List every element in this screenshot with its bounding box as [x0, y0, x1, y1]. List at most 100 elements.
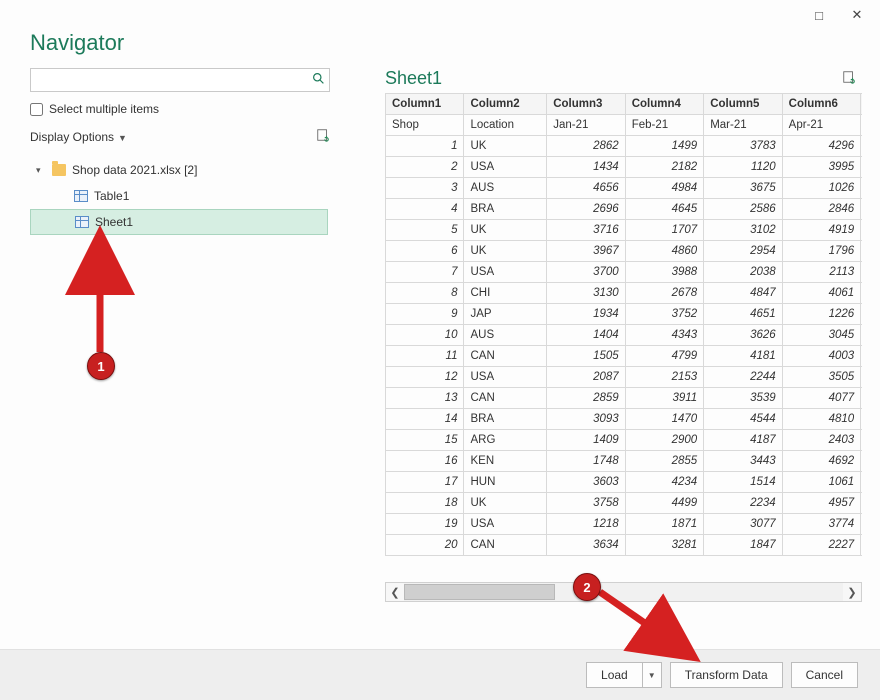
cell	[861, 304, 862, 325]
cell	[861, 346, 862, 367]
search-input[interactable]	[30, 68, 330, 92]
table-row[interactable]: 8CHI3130267848474061	[386, 283, 863, 304]
table-row[interactable]: 19USA1218187130773774	[386, 514, 863, 535]
table-row[interactable]: 7USA3700398820382113	[386, 262, 863, 283]
preview-refresh-icon[interactable]	[842, 70, 856, 87]
table-row[interactable]: 14BRA3093147045444810	[386, 409, 863, 430]
cell: 8	[386, 283, 464, 304]
table-row[interactable]: 2USA1434218211203995	[386, 157, 863, 178]
load-button[interactable]: Load	[586, 662, 642, 688]
scroll-thumb[interactable]	[404, 584, 555, 600]
cell: 4181	[704, 346, 782, 367]
cell: 3774	[782, 514, 860, 535]
cell: USA	[464, 262, 547, 283]
scroll-right-icon[interactable]: ❯	[843, 583, 861, 601]
cell: 4957	[782, 493, 860, 514]
cell	[861, 262, 862, 283]
table-row[interactable]: 10AUS1404434336263045	[386, 325, 863, 346]
table-row[interactable]: 16KEN1748285534434692	[386, 451, 863, 472]
column-header[interactable]: Column7	[861, 94, 862, 115]
cell: 7	[386, 262, 464, 283]
cell: Location	[464, 115, 547, 136]
cell: May-2	[861, 115, 862, 136]
table-row[interactable]: 15ARG1409290041872403	[386, 430, 863, 451]
column-header[interactable]: Column3	[547, 94, 625, 115]
cell: 17	[386, 472, 464, 493]
cell: 1514	[704, 472, 782, 493]
cell: HUN	[464, 472, 547, 493]
cell: 1748	[547, 451, 625, 472]
table-row[interactable]: 9JAP1934375246511226	[386, 304, 863, 325]
select-multiple-checkbox[interactable]: Select multiple items	[30, 102, 355, 116]
table-row[interactable]: 12USA2087215322443505	[386, 367, 863, 388]
table-row[interactable]: 5UK3716170731024919	[386, 220, 863, 241]
tree-item-label: Table1	[94, 189, 129, 203]
table-row[interactable]: 4BRA2696464525862846	[386, 199, 863, 220]
cell: 4645	[625, 199, 703, 220]
table-row[interactable]: 6UK3967486029541796	[386, 241, 863, 262]
cell: 2153	[625, 367, 703, 388]
refresh-icon[interactable]	[316, 128, 330, 145]
cancel-button[interactable]: Cancel	[791, 662, 858, 688]
cell: 2696	[547, 199, 625, 220]
cell: 1404	[547, 325, 625, 346]
cell: 20	[386, 535, 464, 556]
cell: 1226	[782, 304, 860, 325]
cell: 3783	[704, 136, 782, 157]
cell: 3130	[547, 283, 625, 304]
select-multiple-input[interactable]	[30, 103, 43, 116]
cell: 4187	[704, 430, 782, 451]
table-row[interactable]: 18UK3758449922344957	[386, 493, 863, 514]
column-header[interactable]: Column5	[704, 94, 782, 115]
table-row[interactable]: 3AUS4656498436751026	[386, 178, 863, 199]
cell: 18	[386, 493, 464, 514]
cell	[861, 430, 862, 451]
table-icon	[74, 190, 88, 202]
column-header[interactable]: Column1	[386, 94, 464, 115]
cell: 2244	[704, 367, 782, 388]
cell: 2403	[782, 430, 860, 451]
cell: 4651	[704, 304, 782, 325]
display-options-dropdown[interactable]: Display Options▼	[30, 130, 127, 144]
cell	[861, 514, 862, 535]
cell: UK	[464, 493, 547, 514]
close-icon[interactable]: ✕	[840, 7, 874, 23]
table-row[interactable]: 17HUN3603423415141061	[386, 472, 863, 493]
cell: 3988	[625, 262, 703, 283]
load-split-button[interactable]: Load ▼	[586, 662, 662, 688]
cell: 4656	[547, 178, 625, 199]
scroll-left-icon[interactable]: ❮	[386, 583, 404, 601]
table-row[interactable]: 1UK2862149937834296	[386, 136, 863, 157]
maximize-icon[interactable]: □	[802, 8, 836, 23]
cell: 2586	[704, 199, 782, 220]
cell: 4077	[782, 388, 860, 409]
cell: 1796	[782, 241, 860, 262]
column-header[interactable]: Column6	[782, 94, 860, 115]
column-header[interactable]: Column4	[625, 94, 703, 115]
cell: 4343	[625, 325, 703, 346]
cell	[861, 136, 862, 157]
cell: 3626	[704, 325, 782, 346]
tree-item-table1[interactable]: Table1	[30, 183, 355, 209]
cell	[861, 388, 862, 409]
cell: 4061	[782, 283, 860, 304]
cell: 13	[386, 388, 464, 409]
horizontal-scrollbar[interactable]: ❮ ❯	[385, 582, 862, 602]
collapse-icon[interactable]: ▾	[36, 165, 46, 176]
cell: CHI	[464, 283, 547, 304]
table-row[interactable]: 13CAN2859391135394077	[386, 388, 863, 409]
search-icon[interactable]	[312, 72, 325, 88]
transform-data-button[interactable]: Transform Data	[670, 662, 783, 688]
tree-item-sheet1[interactable]: Sheet1	[30, 209, 328, 235]
tree-root[interactable]: ▾ Shop data 2021.xlsx [2]	[30, 157, 355, 183]
cell: Apr-21	[782, 115, 860, 136]
cell: 4847	[704, 283, 782, 304]
select-multiple-label: Select multiple items	[49, 102, 159, 116]
cell: CAN	[464, 388, 547, 409]
cell: 1847	[704, 535, 782, 556]
table-row[interactable]: 20CAN3634328118472227	[386, 535, 863, 556]
table-row[interactable]: 11CAN1505479941814003	[386, 346, 863, 367]
column-header[interactable]: Column2	[464, 94, 547, 115]
cell	[861, 178, 862, 199]
load-caret-icon[interactable]: ▼	[642, 662, 662, 688]
